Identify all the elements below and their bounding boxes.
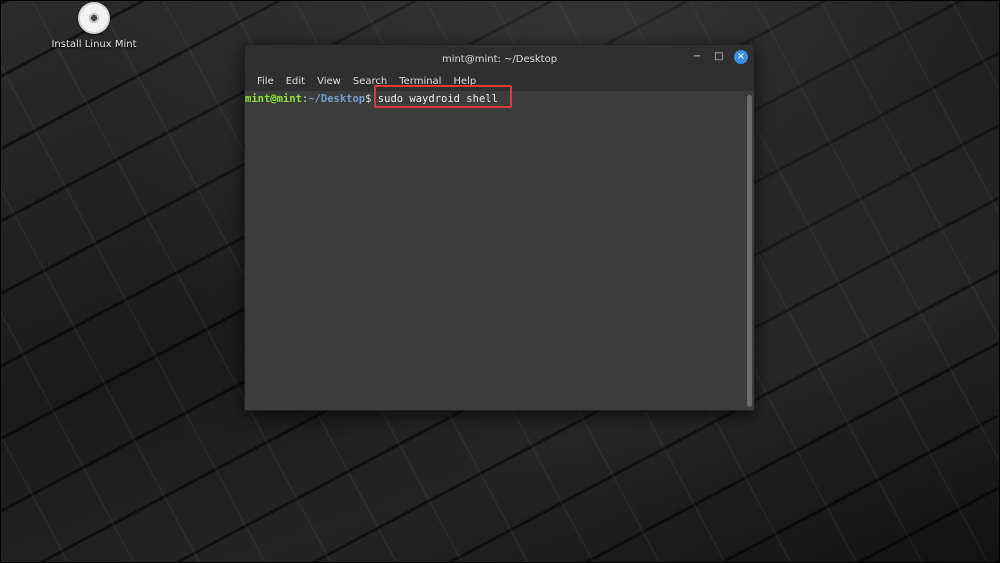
prompt-path: ~/Desktop [308,93,366,105]
minimize-icon[interactable]: − [690,50,704,64]
terminal-titlebar[interactable]: mint@mint: ~/Desktop − □ × [245,45,754,73]
terminal-scrollbar[interactable] [747,95,752,407]
window-title: mint@mint: ~/Desktop [441,53,558,65]
maximize-icon[interactable]: □ [712,50,726,64]
menu-edit[interactable]: Edit [280,73,311,91]
window-controls: − □ × [690,50,748,64]
terminal-output[interactable]: mint@mint:~/Desktop$ sudo waydroid shell [245,85,754,410]
command-highlight-box [374,85,512,108]
menu-view[interactable]: View [311,73,347,91]
menu-file[interactable]: File [251,73,280,91]
desktop-icon-install-linux-mint[interactable]: Install Linux Mint [50,2,138,50]
terminal-window[interactable]: mint@mint: ~/Desktop − □ × File Edit Vie… [244,44,755,411]
desktop-icon-label: Install Linux Mint [51,39,137,50]
prompt-user: mint@mint [245,93,302,105]
close-icon[interactable]: × [734,50,748,64]
command-line: mint@mint:~/Desktop$ sudo waydroid shell [245,85,754,108]
disc-icon [78,2,110,34]
